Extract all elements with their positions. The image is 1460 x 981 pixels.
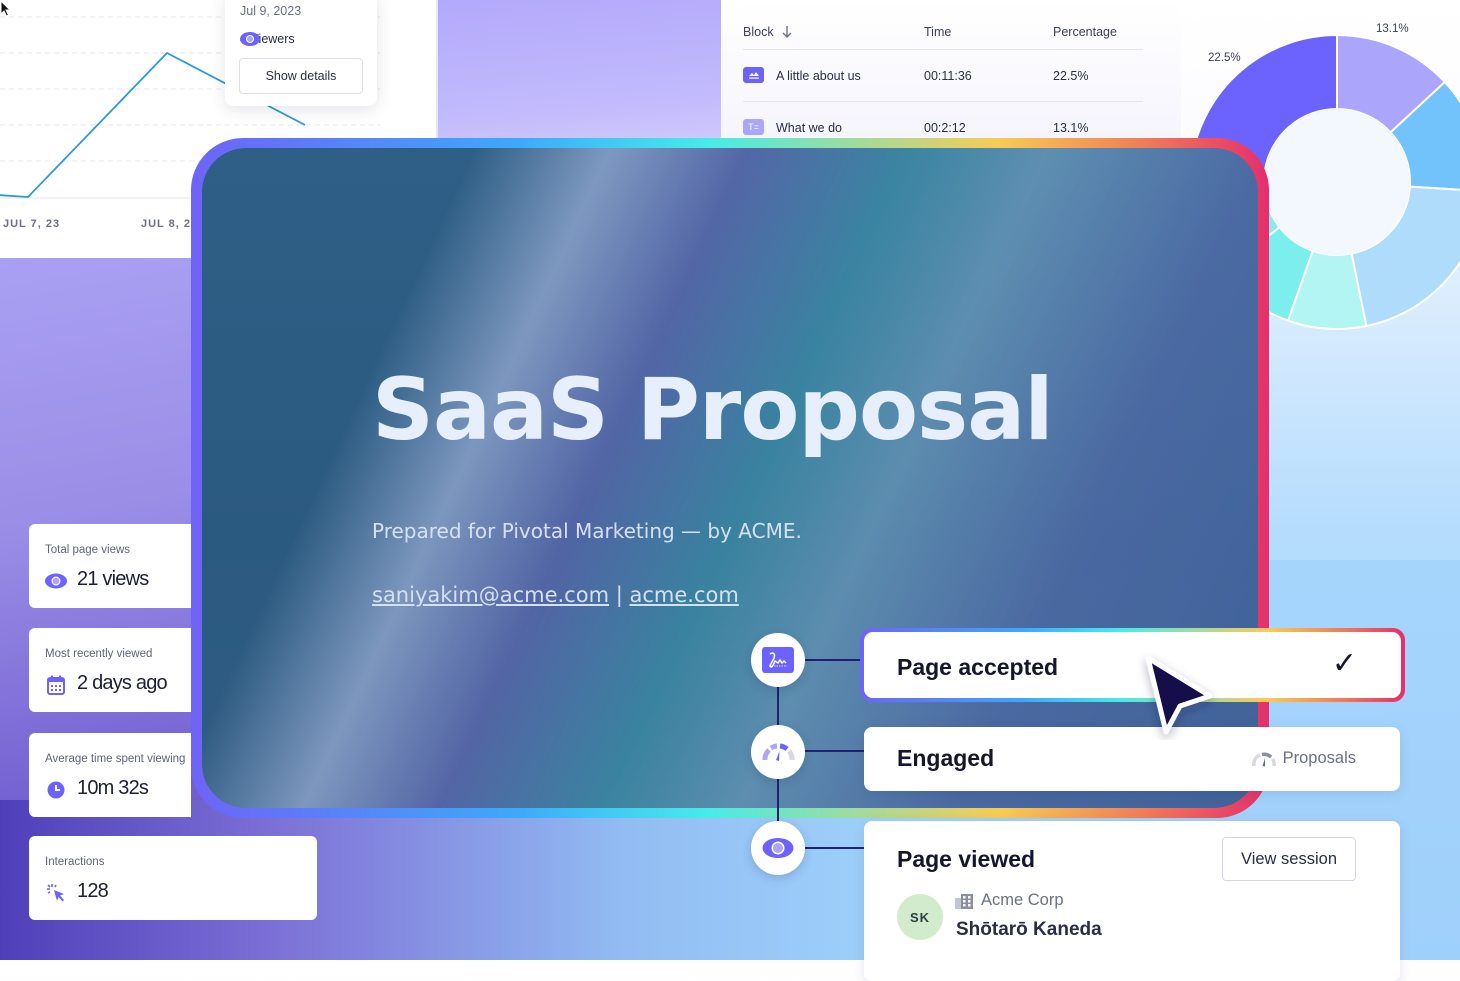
eye-icon [762, 838, 794, 858]
stat-label: Most recently viewed [45, 648, 153, 660]
timeline-node-viewed [751, 821, 805, 875]
stat-label: Total page views [45, 544, 131, 556]
tooltip-viewers: 4 Viewers [240, 32, 295, 46]
stat-card-average-time: Average time spent viewing 10m 32s [29, 733, 191, 817]
arrow-down-icon [782, 26, 792, 38]
proposal-subtitle: Prepared for Pivotal Marketing — by ACME… [372, 519, 802, 543]
proposal-contact: saniyakim@acme.com | acme.com [372, 583, 739, 607]
column-header-time[interactable]: Time [924, 25, 951, 39]
event-tag-label: Proposals [1282, 749, 1356, 767]
event-page-accepted[interactable]: Page accepted ✓ [860, 628, 1405, 702]
donut-data-label: 22.5% [1208, 52, 1241, 64]
block-time: 00:2:12 [924, 121, 966, 135]
stat-card-interactions: Interactions 128 [29, 836, 317, 920]
block-percentage: 13.1% [1053, 121, 1089, 135]
background-lavender [436, 0, 721, 150]
stat-card-most-recently-viewed: Most recently viewed 2 days ago [29, 628, 191, 712]
divider [743, 101, 1143, 102]
website-link[interactable]: acme.com [629, 583, 738, 607]
stat-label: Average time spent viewing [45, 753, 186, 765]
company-name: Acme Corp [981, 891, 1064, 909]
x-tick-label: JUL 7, 23 [3, 218, 61, 230]
eye-icon [240, 32, 260, 46]
chart-tooltip: Jul 9, 2023 4 Viewers Show details [225, 0, 377, 106]
gauge-icon [1251, 752, 1276, 766]
block-name: What we do [776, 121, 843, 135]
tooltip-date: Jul 9, 2023 [240, 4, 302, 18]
click-icon [47, 884, 64, 902]
block-percentage: 22.5% [1053, 69, 1089, 83]
mouse-pointer-icon [0, 0, 12, 17]
eye-icon [45, 573, 67, 589]
x-tick-label: JUL 8, 23 [141, 218, 199, 230]
stat-value: 10m 32s [77, 777, 149, 799]
mouse-pointer-icon [1145, 655, 1213, 735]
calendar-icon [47, 675, 65, 695]
timeline-node-engaged [751, 725, 805, 779]
viewer-name: Shōtarō Kaneda [956, 919, 1102, 940]
gauge-icon [762, 743, 795, 761]
column-header-block[interactable]: Block [743, 25, 792, 39]
check-icon: ✓ [1331, 647, 1357, 680]
event-page-viewed[interactable]: Page viewed View session SK Acme Corp Sh… [864, 821, 1400, 981]
stat-value: 2 days ago [77, 672, 168, 694]
stat-label: Interactions [45, 856, 105, 868]
timeline-node-accepted [751, 633, 805, 687]
divider [743, 49, 1143, 50]
donut-data-label: 13.1% [1376, 23, 1409, 35]
event-title: Engaged [897, 745, 995, 771]
block-name: A little about us [776, 69, 861, 83]
proposal-title: SaaS Proposal [372, 360, 1054, 460]
stat-value: 21 views [77, 568, 149, 590]
stat-card-total-page-views: Total page views 21 views [29, 524, 191, 608]
timeline-connector [800, 750, 866, 752]
proposal-cover-card[interactable] [191, 138, 1269, 818]
clock-icon [47, 781, 65, 799]
block-header-label: Block [743, 25, 774, 39]
event-title: Page viewed [897, 846, 1036, 872]
text-block-icon: T= [743, 119, 764, 135]
image-block-icon [743, 67, 764, 83]
timeline-connector [800, 847, 866, 849]
link-separator: | [615, 583, 623, 607]
company-label: Acme Corp [955, 891, 1064, 910]
donut-hole [1264, 109, 1410, 255]
event-engaged[interactable]: Engaged Proposals [864, 727, 1400, 791]
column-header-percentage[interactable]: Percentage [1053, 25, 1117, 39]
timeline-connector [800, 659, 862, 661]
stat-value: 128 [77, 880, 109, 902]
show-details-button[interactable]: Show details [239, 58, 363, 94]
email-link[interactable]: saniyakim@acme.com [372, 583, 609, 607]
block-time-table: Block Time Percentage A little about us … [721, 0, 1181, 150]
avatar: SK [897, 894, 943, 940]
proposal-cover-image [202, 148, 1258, 808]
block-time: 00:11:36 [924, 69, 972, 83]
event-title: Page accepted [897, 654, 1059, 680]
building-icon [955, 893, 973, 909]
event-tag: Proposals [1251, 749, 1356, 768]
view-session-button[interactable]: View session [1222, 837, 1356, 881]
signature-icon [762, 647, 794, 673]
